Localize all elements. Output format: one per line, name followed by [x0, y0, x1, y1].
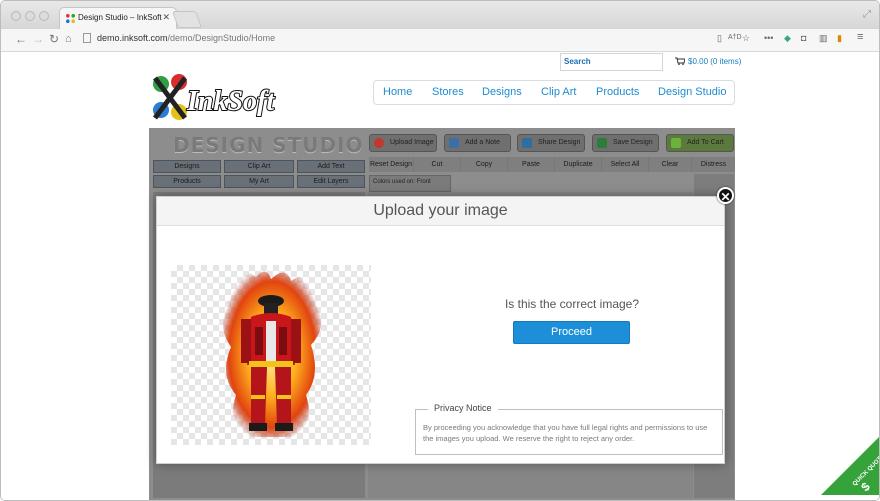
close-window-icon[interactable]: [11, 11, 21, 21]
close-modal-icon[interactable]: ✕: [717, 187, 734, 204]
inksoft-favicon-icon: [66, 14, 75, 23]
duplicate-button[interactable]: Duplicate: [555, 157, 602, 172]
extension-icon[interactable]: ◆: [784, 33, 791, 44]
clip-art-tab[interactable]: Clip Art: [224, 160, 294, 173]
paste-button[interactable]: Paste: [508, 157, 555, 172]
logo-text: InkSoft: [186, 86, 275, 117]
save-design-button[interactable]: Save Design: [592, 134, 659, 152]
uploaded-image-preview: [171, 265, 371, 445]
fullscreen-icon[interactable]: ⤢: [863, 9, 871, 20]
nav-clip-art[interactable]: Clip Art: [541, 86, 576, 98]
copy-button[interactable]: Copy: [461, 157, 508, 172]
confirm-question: Is this the correct image?: [504, 297, 640, 311]
save-icon: [597, 138, 607, 148]
nav-design-studio[interactable]: Design Studio: [658, 86, 727, 98]
search-input[interactable]: Search: [560, 53, 663, 71]
main-navigation: Home Stores Designs Clip Art Products De…: [373, 80, 735, 105]
add-note-button[interactable]: Add a Note: [444, 134, 511, 152]
upload-icon: [374, 138, 384, 148]
my-art-tab[interactable]: My Art: [224, 175, 294, 188]
upload-modal: Upload your image ✕ Is this the correct …: [156, 187, 734, 464]
note-icon: [449, 138, 459, 148]
zoom-window-icon[interactable]: [39, 11, 49, 21]
url-host: demo.inksoft.com: [97, 33, 168, 43]
distress-button[interactable]: Distress: [692, 157, 735, 172]
privacy-text: By proceeding you acknowledge that you h…: [423, 423, 708, 443]
cart-label: $0.00 (0 items): [688, 57, 742, 66]
url-path: /demo/DesignStudio/Home: [167, 33, 276, 43]
add-to-cart-button[interactable]: Add To Cart: [666, 134, 734, 152]
firefighter-image: [222, 271, 322, 437]
save-design-label: Save Design: [613, 139, 653, 146]
select-all-button[interactable]: Select All: [602, 157, 649, 172]
share-design-label: Share Design: [538, 139, 581, 146]
nav-designs[interactable]: Designs: [482, 86, 522, 98]
cut-button[interactable]: Cut: [414, 157, 461, 172]
clear-button[interactable]: Clear: [649, 157, 692, 172]
privacy-title: Privacy Notice: [428, 403, 498, 413]
page-icon: [83, 33, 91, 43]
browser-tab[interactable]: Design Studio – InkSoft Or ✕: [59, 7, 177, 29]
nav-stores[interactable]: Stores: [432, 86, 464, 98]
more-icon[interactable]: •••: [764, 33, 773, 43]
upload-image-button[interactable]: Upload Image: [369, 134, 437, 152]
navigation-bar: ← → ↻ ⌂ demo.inksoft.com/demo/DesignStud…: [1, 29, 879, 52]
modal-header: Upload your image: [157, 197, 724, 226]
nav-products[interactable]: Products: [596, 86, 639, 98]
add-note-label: Add a Note: [465, 139, 501, 146]
tab-bar: Design Studio – InkSoft Or ✕ ⤢: [1, 1, 879, 30]
browser-window: Design Studio – InkSoft Or ✕ ⤢ ← → ↻ ⌂ d…: [0, 0, 880, 501]
bookmark-star-icon[interactable]: ☆: [742, 33, 750, 44]
back-icon[interactable]: ←: [15, 32, 27, 46]
pocket-icon[interactable]: ◘: [801, 33, 806, 43]
forward-icon[interactable]: →: [32, 32, 44, 46]
designs-tab[interactable]: Designs: [153, 160, 221, 173]
home-icon[interactable]: ⌂: [65, 32, 72, 46]
cart-icon: [675, 57, 685, 65]
library-icon[interactable]: ▥: [819, 33, 828, 44]
modal-title: Upload your image: [373, 202, 508, 219]
quick-quote-button[interactable]: QUICK QUOTE $: [821, 435, 880, 495]
reload-icon[interactable]: ↻: [49, 32, 59, 46]
tab-close-icon[interactable]: ✕: [162, 12, 170, 23]
privacy-notice: Privacy Notice By proceeding you acknowl…: [415, 403, 723, 455]
url-text: demo.inksoft.com/demo/DesignStudio/Home: [97, 33, 275, 43]
add-to-cart-icon: [671, 138, 681, 148]
edit-layers-tab[interactable]: Edit Layers: [297, 175, 365, 188]
minimize-window-icon[interactable]: [25, 11, 35, 21]
share-icon: [522, 138, 532, 148]
nav-home[interactable]: Home: [383, 86, 412, 98]
sidebar-icon[interactable]: ▮: [837, 33, 842, 44]
cart-link[interactable]: $0.00 (0 items): [675, 57, 741, 66]
studio-title: DESIGN STUDIO: [173, 133, 364, 157]
upload-image-label: Upload Image: [390, 139, 434, 146]
tab-title: Design Studio – InkSoft Or: [78, 13, 163, 22]
reader-icon[interactable]: ▯: [717, 33, 722, 44]
add-to-cart-label: Add To Cart: [687, 139, 724, 146]
share-design-button[interactable]: Share Design: [517, 134, 585, 152]
inksoft-logo[interactable]: InkSoft: [149, 70, 289, 126]
menu-icon[interactable]: ≡: [857, 31, 863, 43]
extension-badge[interactable]: A†D: [728, 34, 742, 41]
colors-used-tab[interactable]: Colors used on: Front: [369, 175, 451, 192]
reset-design-button[interactable]: Reset Design: [369, 157, 414, 172]
proceed-button[interactable]: Proceed: [513, 321, 630, 344]
new-tab-button[interactable]: [171, 11, 203, 28]
page-content: InkSoft Search $0.00 (0 items) Home Stor…: [1, 52, 879, 500]
address-bar[interactable]: demo.inksoft.com/demo/DesignStudio/Home: [79, 31, 709, 47]
add-text-tab[interactable]: Add Text: [297, 160, 365, 173]
products-tab[interactable]: Products: [153, 175, 221, 188]
